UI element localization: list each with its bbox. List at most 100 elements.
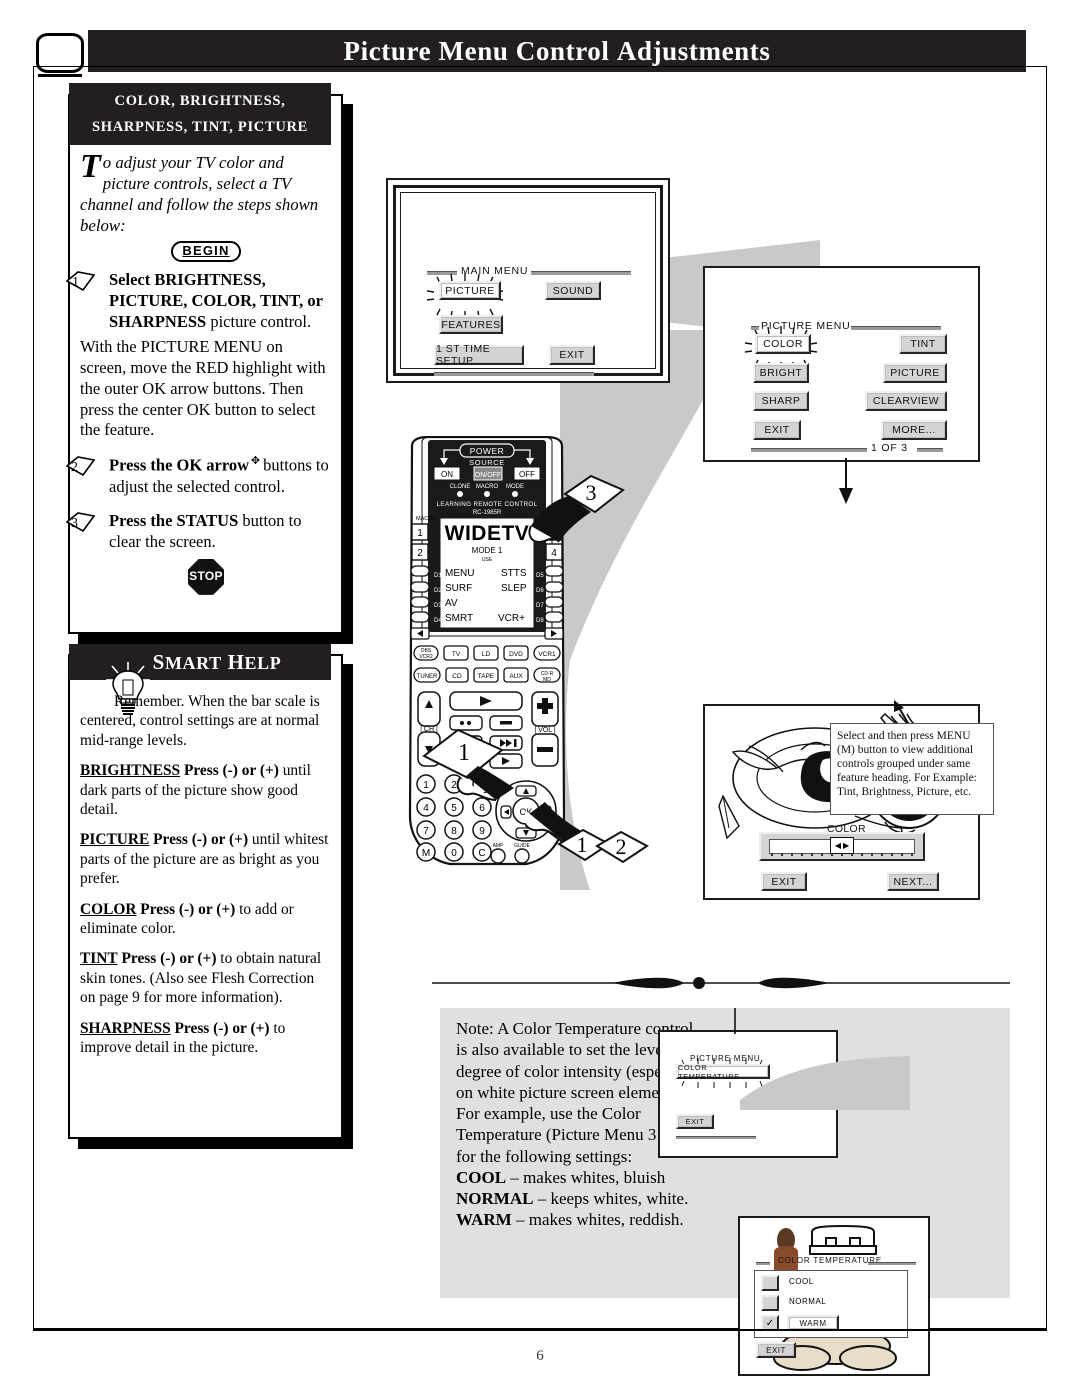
main-menu-button-features-label: FEATURES	[441, 318, 501, 331]
smart-help-entry-sharpness: SHARPNESS Press (-) or (+) to improve de…	[80, 1019, 332, 1058]
entry-bold-picture: Press (-) or (+)	[153, 831, 249, 849]
picture-menu-button-sharp-label: SHARP	[761, 395, 801, 407]
callout-1-mid-number: 1	[458, 740, 470, 766]
callout-3-number: 3	[586, 480, 597, 505]
picture-menu-button-color[interactable]: COLOR	[755, 334, 811, 354]
svg-text:DVD: DVD	[509, 651, 523, 658]
color-bar-scale[interactable]: ◀ ▶	[759, 832, 925, 861]
main-menu-button-picture-label: PICTURE	[445, 284, 495, 297]
begin-badge: BEGIN	[171, 240, 241, 262]
picture-menu-button-tint[interactable]: TINT	[899, 334, 947, 354]
setting-cool-desc: – makes whites, bluish	[506, 1167, 666, 1187]
page-title-word-4: Adjustments	[616, 35, 771, 66]
main-menu-button-features[interactable]: FEATURES	[439, 315, 503, 334]
intro-box-header: COLOR, BRIGHTNESS, SHARPNESS, TINT, PICT…	[69, 83, 331, 145]
picture-menu-button-more[interactable]: MORE...	[881, 420, 947, 440]
picture-menu-button-bright-label: BRIGHT	[759, 367, 803, 379]
svg-text:MACRO: MACRO	[416, 516, 437, 522]
color-screen-next-button[interactable]: NEXT...	[887, 872, 939, 891]
svg-text:AV: AV	[445, 598, 458, 609]
main-menu-button-sound[interactable]: SOUND	[545, 281, 601, 300]
svg-text:VCR2: VCR2	[419, 654, 433, 660]
smart-help-box: SMART HELP Remember. When the bar scale …	[68, 644, 343, 1139]
menu-note-text: Select and then press MENU (M) button to…	[837, 730, 977, 799]
svg-text:8: 8	[451, 826, 457, 837]
svg-text:3: 3	[71, 516, 78, 531]
svg-text:7: 7	[423, 826, 429, 837]
setting-cool-name: COOL	[456, 1167, 507, 1187]
callout-1-number: 1	[577, 832, 588, 857]
smart-help-intro: Remember. When the bar scale is centered…	[80, 693, 320, 749]
svg-text:ON/OFF: ON/OFF	[475, 472, 501, 479]
setting-normal-desc: – keeps whites, white.	[533, 1189, 689, 1208]
color-temp-rule-right	[868, 1262, 916, 1265]
step-2-bold: Press the OK arrow	[109, 455, 250, 475]
color-bar-thumb[interactable]: ◀ ▶	[830, 837, 854, 854]
color-temp-checkbox-normal[interactable]	[761, 1295, 779, 1311]
svg-text:ON: ON	[441, 470, 453, 479]
main-menu-button-exit[interactable]: EXIT	[549, 345, 595, 365]
color-screen-next-label: NEXT...	[893, 875, 933, 888]
svg-text:LD: LD	[482, 651, 491, 658]
entry-kw-color: COLOR	[80, 900, 137, 918]
color-temp-parent-exit-button[interactable]: EXIT	[676, 1114, 714, 1129]
intro-box-body: To adjust your TV color and picture cont…	[66, 150, 332, 595]
page-title-word-2: Menu	[438, 35, 509, 66]
svg-text:9: 9	[479, 826, 485, 837]
step-1-detail: With the PICTURE MENU on screen, move th…	[80, 337, 332, 441]
main-menu-button-first-time-setup[interactable]: 1 ST TIME SETUP	[434, 343, 524, 367]
color-temp-option-normal-label: NORMAL	[789, 1297, 827, 1306]
step-2: 2 Press the OK arrow ✥ buttons to adjust…	[66, 455, 332, 497]
picture-menu-screen: PICTURE MENU COLOR TINT BRIGHT PICTURE S…	[703, 266, 980, 462]
svg-text:TV: TV	[452, 651, 461, 658]
svg-text:1: 1	[417, 528, 423, 539]
svg-text:0: 0	[451, 848, 457, 859]
smart-help-entry-tint: TINT Press (-) or (+) to obtain natural …	[80, 949, 332, 1007]
entry-bold-brightness: Press (-) or (+)	[183, 762, 279, 780]
svg-text:MD: MD	[543, 677, 551, 683]
picture-menu-button-tint-label: TINT	[910, 338, 936, 350]
bottom-note-panel: Note: A Color Temperature control is als…	[440, 1008, 1010, 1376]
svg-text:D2: D2	[434, 588, 442, 594]
picture-menu-button-exit[interactable]: EXIT	[753, 420, 801, 440]
color-temp-parent-exit-label: EXIT	[685, 1117, 705, 1126]
picture-menu-button-picture[interactable]: PICTURE	[883, 363, 947, 383]
intro-box: COLOR, BRIGHTNESS, SHARPNESS, TINT, PICT…	[66, 83, 343, 634]
intro-title-line1: COLOR, BRIGHTNESS,	[114, 92, 286, 109]
step-3-bold: Press the STATUS	[109, 511, 239, 531]
svg-text:1: 1	[72, 275, 79, 290]
picture-menu-button-clearview[interactable]: CLEARVIEW	[865, 391, 947, 411]
smart-help-entry-picture: PICTURE Press (-) or (+) until whitest p…	[80, 830, 332, 888]
svg-text:CLONE: CLONE	[450, 484, 471, 490]
color-temp-connector	[734, 1008, 736, 1034]
smart-help-title-mart: MART	[164, 652, 222, 673]
picture-menu-button-color-label: COLOR	[763, 338, 803, 350]
svg-text:2: 2	[417, 548, 423, 559]
svg-text:D6: D6	[536, 588, 544, 594]
picture-menu-button-bright[interactable]: BRIGHT	[753, 363, 809, 383]
svg-text:D1: D1	[434, 573, 442, 579]
picture-menu-button-sharp[interactable]: SHARP	[753, 391, 809, 411]
callout-flag-1-mid: 1	[422, 728, 514, 801]
setting-warm-name: WARM	[456, 1210, 512, 1230]
main-menu-button-exit-label: EXIT	[559, 349, 585, 361]
color-temp-options-panel: COOL NORMAL ✓ WARM	[754, 1270, 908, 1338]
callout-flag-3: 3	[528, 474, 625, 544]
color-screen-exit-button[interactable]: EXIT	[761, 872, 807, 891]
svg-text:AUX: AUX	[509, 673, 523, 680]
step-2-number-flag: 2	[66, 456, 106, 477]
color-temp-checkbox-cool[interactable]	[761, 1275, 779, 1291]
color-temp-option-cool-label: COOL	[789, 1277, 814, 1286]
svg-text:RC-1985R: RC-1985R	[473, 510, 502, 516]
svg-text:WIDETV: WIDETV	[445, 522, 530, 545]
footer-rule	[33, 1329, 1047, 1331]
picture-menu-rule-left	[751, 326, 759, 330]
svg-text:D4: D4	[434, 618, 442, 624]
main-menu-title: MAIN MENU	[461, 265, 529, 277]
main-menu-button-sound-label: SOUND	[552, 284, 594, 297]
svg-text:MENU: MENU	[445, 568, 474, 579]
entry-kw-sharpness: SHARPNESS	[80, 1019, 171, 1037]
main-menu-button-picture[interactable]: PICTURE	[439, 281, 501, 300]
smart-help-entry-color: COLOR Press (-) or (+) to add or elimina…	[80, 900, 332, 939]
step-1: 1 Select BRIGHTNESS, PICTURE, COLOR, TIN…	[66, 270, 332, 332]
